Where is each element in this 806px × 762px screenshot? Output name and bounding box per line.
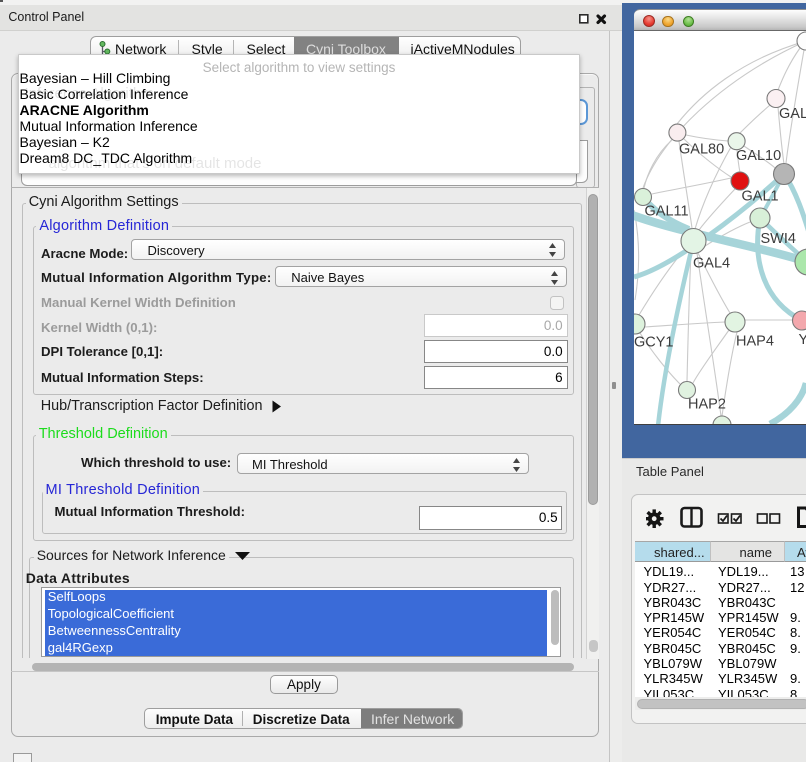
svg-text:GAL80: GAL80	[679, 142, 724, 158]
svg-text:SWI4: SWI4	[761, 231, 796, 247]
svg-text:HAP4: HAP4	[736, 334, 774, 350]
svg-text:GAL11: GAL11	[645, 204, 689, 220]
svg-text:YD: YD	[799, 332, 806, 348]
svg-text:GAL10: GAL10	[736, 148, 781, 164]
svg-text:GAL7: GAL7	[779, 106, 806, 122]
svg-text:GCY1: GCY1	[634, 335, 674, 351]
svg-text:HAP2: HAP2	[688, 397, 726, 413]
svg-text:GAL4: GAL4	[693, 255, 730, 271]
svg-text:GAL1: GAL1	[742, 189, 779, 205]
